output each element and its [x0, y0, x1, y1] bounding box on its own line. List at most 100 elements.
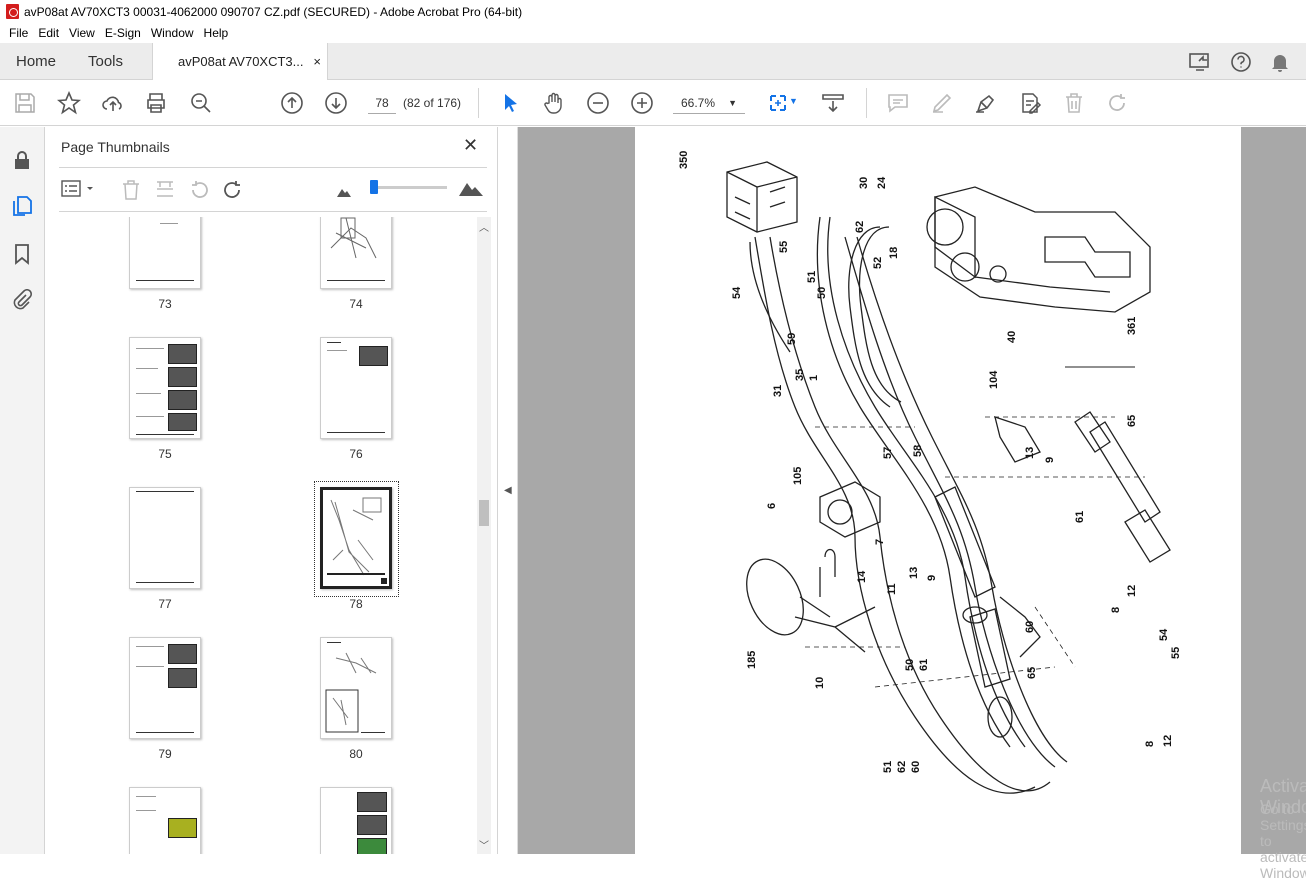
thumbnail-page-75[interactable]	[129, 337, 201, 439]
thumbnails-list: 73 74 75 76 77 78 79 80	[59, 217, 475, 854]
hand-tool-icon[interactable]	[542, 91, 566, 115]
panel-divider	[59, 167, 487, 168]
thumbnail-options-icon[interactable]	[61, 179, 97, 204]
callout-label: 35	[794, 369, 806, 381]
zoom-level-select[interactable]: 66.7% ▼	[673, 92, 745, 114]
thumbnail-page-78[interactable]	[320, 487, 392, 589]
callout-label: 1	[808, 375, 820, 381]
thumbnail-text-line	[136, 416, 164, 417]
thumbnail-header-line	[136, 491, 194, 492]
thumbnail-page-76[interactable]	[320, 337, 392, 439]
tab-bar-icons	[1188, 51, 1290, 73]
left-navigation-rail	[0, 127, 45, 854]
panel-collapse-handle[interactable]: ◀	[498, 127, 518, 854]
thumbnail-label: 73	[158, 297, 172, 311]
callout-label: 185	[746, 651, 758, 669]
upload-cloud-icon[interactable]	[101, 91, 125, 115]
callout-label: 52	[872, 257, 884, 269]
thumbnail-page-82[interactable]	[320, 787, 392, 854]
thumbnail-footer-line	[136, 582, 194, 583]
select-cursor-icon[interactable]	[499, 91, 523, 115]
thumbnail-photo	[168, 668, 197, 688]
menu-window[interactable]: Window	[146, 26, 199, 40]
previous-page-icon[interactable]	[280, 91, 304, 115]
fit-page-chevron-icon[interactable]: ▼	[789, 91, 799, 115]
thumbnails-scrollbar[interactable]: ︿ ﹀	[477, 217, 491, 854]
callout-label: 51	[882, 761, 894, 773]
large-mountain-icon[interactable]	[459, 180, 483, 201]
callout-label: 10	[814, 677, 826, 689]
tab-document[interactable]: avP08at AV70XCT3... ×	[152, 43, 328, 81]
print-icon[interactable]	[144, 91, 168, 115]
notifications-bell-icon[interactable]	[1270, 51, 1290, 73]
scroll-down-icon[interactable]: ﹀	[479, 837, 489, 852]
thumbnail-footer-line	[327, 432, 385, 433]
thumbnail-label: 77	[158, 597, 172, 611]
callout-label: 50	[904, 659, 916, 671]
thumbnail-page-79[interactable]	[129, 637, 201, 739]
thumbnail-page-81[interactable]	[129, 787, 201, 854]
thumbnail-size-slider[interactable]	[370, 180, 447, 194]
bookmarks-icon[interactable]	[11, 243, 33, 265]
attachments-paperclip-icon[interactable]	[11, 288, 33, 311]
page-thumbnails-icon[interactable]	[11, 195, 33, 217]
tab-home[interactable]: Home	[16, 43, 56, 80]
share-screen-icon[interactable]	[1188, 51, 1212, 73]
thumbnail-footer-line	[136, 280, 194, 281]
thumbnail-page-80[interactable]	[320, 637, 392, 739]
thumbnail-page-73[interactable]	[129, 217, 201, 289]
save-icon[interactable]	[13, 91, 37, 115]
bookmark-star-icon[interactable]	[56, 90, 82, 115]
callout-label: 61	[1074, 511, 1086, 523]
callout-label: 104	[988, 370, 1000, 389]
thumbnail-photo	[357, 792, 387, 812]
toolbar-divider	[478, 88, 479, 118]
lock-icon[interactable]	[11, 149, 33, 171]
rotate-counterclockwise-icon[interactable]	[188, 179, 210, 206]
thumbnail-page-74[interactable]	[320, 217, 392, 289]
menu-esign[interactable]: E-Sign	[100, 26, 146, 40]
callout-label: 8	[1144, 741, 1156, 747]
page-thumbnails-panel: Page Thumbnails ✕ 73 74 75 76 77 78 79 8…	[45, 127, 498, 854]
callout-label: 7	[874, 539, 886, 545]
menu-edit[interactable]: Edit	[33, 26, 64, 40]
main-toolbar: 78 (82 of 176) 66.7% ▼ ▼	[0, 80, 1306, 126]
tab-tools[interactable]: Tools	[88, 43, 123, 80]
menu-file[interactable]: File	[4, 26, 33, 40]
delete-icon[interactable]	[1062, 91, 1086, 115]
callout-label: 105	[792, 467, 804, 485]
find-zoom-icon[interactable]	[189, 91, 213, 115]
help-icon[interactable]	[1230, 51, 1252, 73]
small-mountain-icon[interactable]	[337, 184, 351, 202]
callout-label: 65	[1126, 415, 1138, 427]
callout-label: 55	[778, 241, 790, 253]
callout-label: 361	[1126, 317, 1138, 335]
slider-knob[interactable]	[370, 180, 378, 194]
tab-document-label: avP08at AV70XCT3...	[178, 54, 304, 69]
comment-icon[interactable]	[886, 91, 910, 115]
scroll-mode-icon[interactable]	[821, 91, 845, 115]
scroll-up-icon[interactable]: ︿	[479, 219, 489, 234]
delete-page-icon[interactable]	[120, 179, 142, 206]
callout-label: 51	[806, 271, 818, 283]
highlight-pen-icon[interactable]	[930, 91, 954, 115]
callout-label: 11	[886, 583, 898, 595]
page-number-input[interactable]: 78	[368, 92, 396, 114]
edit-pdf-icon[interactable]	[1018, 91, 1042, 115]
fit-page-icon[interactable]	[766, 91, 790, 115]
redo-icon[interactable]	[1106, 91, 1130, 115]
scrollbar-thumb[interactable]	[479, 500, 489, 526]
draw-sign-icon[interactable]	[974, 91, 998, 115]
thumbnail-label: 74	[349, 297, 363, 311]
close-icon[interactable]: ✕	[463, 135, 478, 156]
zoom-in-icon[interactable]	[630, 91, 654, 115]
next-page-icon[interactable]	[324, 91, 348, 115]
menu-view[interactable]: View	[64, 26, 100, 40]
thumbnail-page-77[interactable]	[129, 487, 201, 589]
callout-label: 9	[1044, 457, 1056, 463]
rotate-clockwise-icon[interactable]	[222, 179, 244, 206]
extract-pages-icon[interactable]	[154, 179, 176, 206]
tab-close-icon[interactable]: ×	[313, 43, 321, 80]
zoom-out-icon[interactable]	[586, 91, 610, 115]
menu-help[interactable]: Help	[199, 26, 234, 40]
